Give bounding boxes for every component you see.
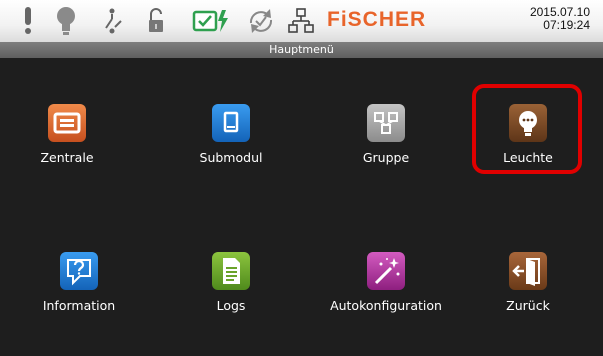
lamp-icon[interactable] — [55, 5, 77, 37]
menu-item-label: Zentrale — [40, 150, 94, 165]
switch-icon[interactable] — [101, 5, 123, 37]
menu-item-information[interactable]: Information — [19, 252, 139, 332]
unlocked-padlock-icon[interactable] — [146, 5, 166, 37]
group-icon — [367, 104, 405, 142]
submodule-icon — [212, 104, 250, 142]
central-unit-icon — [48, 104, 86, 142]
page-title: Hauptmenü — [0, 42, 603, 58]
battery-charging-icon[interactable] — [192, 5, 232, 37]
alert-icon[interactable] — [22, 5, 34, 35]
network-icon[interactable] — [288, 5, 314, 37]
screen: FiSCHER 2015.07.10 07:19:24 Hauptmenü Ze… — [0, 0, 603, 356]
exit-door-icon — [509, 252, 547, 290]
menu-item-zentrale[interactable]: Zentrale — [7, 104, 127, 184]
menu-item-label: Zurück — [506, 298, 550, 313]
brand-logo: FiSCHER — [327, 8, 427, 31]
selection-highlight — [472, 84, 582, 174]
menu-item-label: Information — [42, 298, 116, 313]
menu-item-label: Autokonfiguration — [330, 298, 442, 313]
question-mark-icon — [60, 252, 98, 290]
sync-check-icon[interactable] — [246, 5, 276, 37]
date-time: 2015.07.10 07:19:24 — [530, 6, 590, 32]
menu-item-label: Submodul — [199, 150, 263, 165]
status-bar: FiSCHER 2015.07.10 07:19:24 — [0, 0, 603, 43]
menu-item-label: Logs — [216, 298, 246, 313]
magic-wand-icon — [367, 252, 405, 290]
menu-item-submodul[interactable]: Submodul — [171, 104, 291, 184]
menu-item-logs[interactable]: Logs — [171, 252, 291, 332]
menu-item-autokonfiguration[interactable]: Autokonfiguration — [326, 252, 446, 332]
menu-item-label: Gruppe — [362, 150, 410, 165]
menu-item-zurueck[interactable]: Zurück — [468, 252, 588, 332]
menu-item-gruppe[interactable]: Gruppe — [326, 104, 446, 184]
document-icon — [212, 252, 250, 290]
time-text: 07:19:24 — [543, 18, 590, 32]
